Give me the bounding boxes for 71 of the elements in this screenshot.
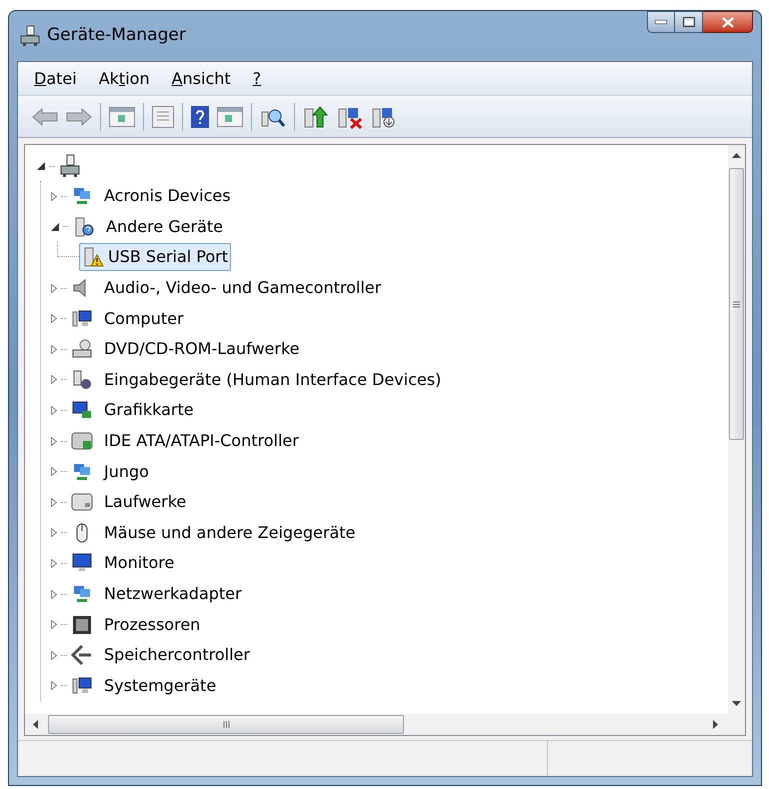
tree-item[interactable]: Laufwerke [101, 489, 190, 516]
scrollbar-thumb[interactable] [48, 715, 404, 734]
maximize-icon [682, 17, 694, 27]
tree-item[interactable]: IDE ATA/ATAPI-Controller [101, 428, 302, 454]
collapse-triangle-icon[interactable] [51, 222, 59, 231]
tree-item[interactable]: Computer [101, 306, 187, 332]
scrollbar-thumb[interactable] [729, 168, 744, 440]
expand-triangle-icon[interactable] [51, 314, 57, 324]
tree-item[interactable]: Speichercontroller [101, 642, 253, 668]
back-arrow-icon[interactable] [32, 108, 58, 126]
expand-triangle-icon[interactable] [51, 467, 57, 476]
close-icon [722, 16, 734, 28]
tree-item[interactable]: Acronis Devices [101, 183, 234, 210]
device-category-icon [71, 368, 93, 391]
minimize-button[interactable] [647, 11, 675, 33]
grip-icon [222, 721, 230, 728]
tree-item[interactable]: Audio-, Video- und Gamecontroller [101, 275, 384, 302]
help-icon[interactable] [191, 106, 209, 128]
device-category-icon [71, 430, 93, 452]
device-category-icon [71, 338, 93, 360]
menu-item[interactable]: Datei [34, 66, 77, 90]
tree-item[interactable]: Andere Geräte [103, 214, 226, 240]
scroll-up-icon[interactable] [732, 153, 741, 158]
expand-triangle-icon[interactable] [51, 681, 57, 690]
device-category-icon [71, 644, 93, 666]
properties-icon[interactable] [152, 106, 174, 128]
expand-triangle-icon[interactable] [51, 620, 57, 630]
action-pane-icon[interactable] [217, 106, 243, 126]
scroll-right-icon[interactable] [713, 720, 718, 729]
device-category-icon [73, 216, 95, 238]
scroll-left-icon[interactable] [33, 720, 38, 729]
tree-item[interactable]: Eingabegeräte (Human Interface Devices) [101, 366, 444, 393]
tree-item[interactable]: Prozessoren [101, 612, 204, 638]
expand-triangle-icon[interactable] [51, 344, 57, 354]
tree-item[interactable]: Monitore [101, 550, 178, 576]
device-category-icon [71, 614, 93, 636]
forward-arrow-icon[interactable] [66, 108, 92, 126]
window-title: Geräte-Manager [47, 24, 186, 48]
menu-item[interactable]: Ansicht [172, 66, 231, 90]
menu-item[interactable]: ? [252, 66, 262, 90]
expand-triangle-icon[interactable] [51, 375, 57, 384]
grip-icon [733, 300, 740, 308]
expand-triangle-icon[interactable] [51, 406, 57, 415]
tree-item[interactable]: Mäuse und andere Zeigegeräte [101, 520, 358, 546]
tree-item[interactable]: Grafikkarte [101, 397, 197, 424]
expand-triangle-icon[interactable] [51, 528, 57, 538]
close-button[interactable] [703, 11, 753, 33]
tree-item[interactable]: DVD/CD-ROM-Laufwerke [101, 336, 303, 362]
tree-item[interactable]: Systemgeräte [101, 672, 220, 699]
expand-triangle-icon[interactable] [51, 436, 57, 446]
device-manager-icon [19, 25, 41, 47]
warning-device-icon [82, 246, 104, 268]
vertical-scrollbar[interactable] [728, 145, 745, 714]
expand-triangle-icon[interactable] [51, 498, 57, 507]
tree-item[interactable]: Jungo [101, 458, 152, 485]
expand-triangle-icon[interactable] [51, 650, 57, 660]
console-tree-icon[interactable] [109, 106, 135, 126]
collapse-triangle-icon[interactable] [37, 162, 45, 170]
device-category-icon [71, 491, 93, 514]
expand-triangle-icon[interactable] [51, 590, 57, 599]
expand-triangle-icon[interactable] [51, 192, 57, 201]
maximize-button[interactable] [675, 11, 703, 33]
computer-icon[interactable] [59, 154, 81, 178]
tree-item[interactable]: Netzwerkadapter [101, 581, 245, 608]
scroll-down-icon[interactable] [732, 701, 741, 706]
update-driver-icon[interactable] [303, 104, 329, 128]
menu-item[interactable]: Aktion [98, 66, 150, 90]
minimize-icon [655, 20, 667, 24]
expand-triangle-icon[interactable] [51, 558, 57, 568]
tree-item[interactable]: USB Serial Port [79, 243, 232, 272]
expand-triangle-icon[interactable] [51, 284, 57, 293]
